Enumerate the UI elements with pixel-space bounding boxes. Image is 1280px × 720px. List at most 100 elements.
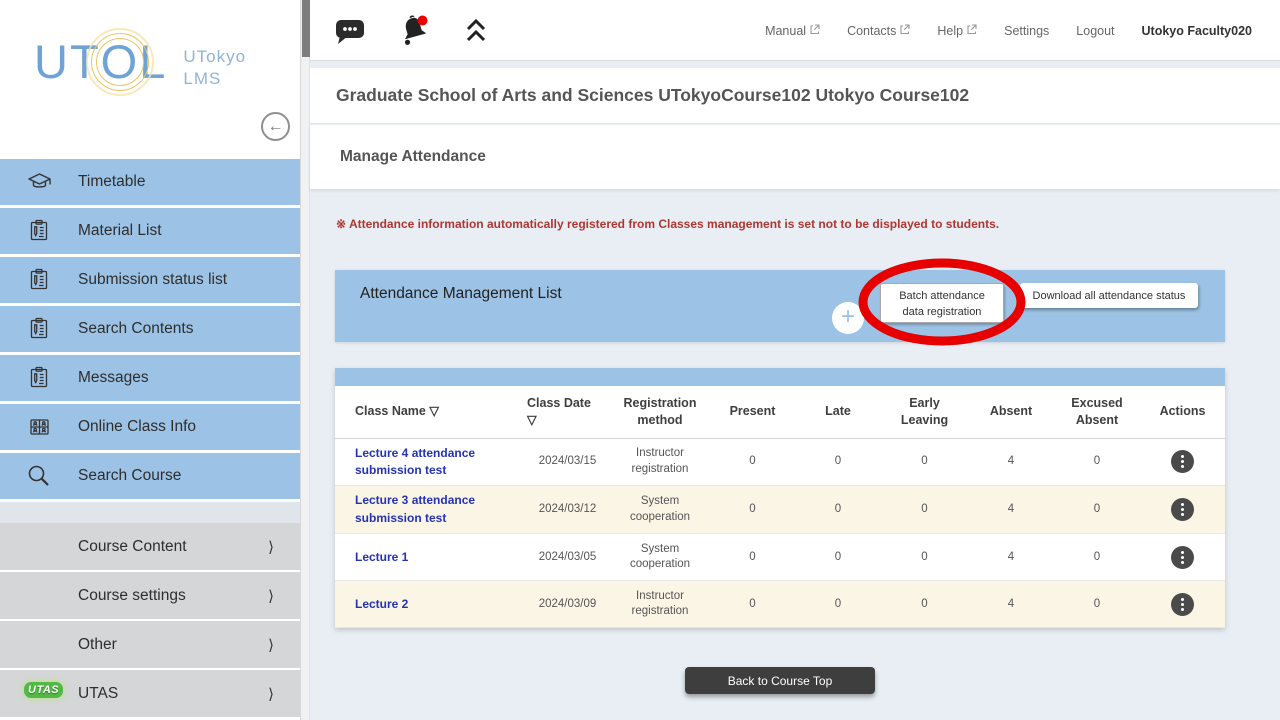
page-title: Manage Attendance	[340, 148, 486, 166]
clipboard-icon	[0, 267, 78, 293]
sidebar-item-search-contents[interactable]: Search Contents	[0, 306, 300, 352]
table-body: Lecture 4 attendance submission test2024…	[335, 438, 1225, 628]
nav-link-logout[interactable]: Logout	[1076, 24, 1114, 38]
sidebar-item-online-class-info[interactable]: Online Class Info	[0, 404, 300, 450]
nav-link-label: Contacts	[847, 24, 896, 38]
excused-cell: 0	[1054, 534, 1140, 581]
panel-title: Attendance Management List	[360, 285, 562, 303]
logo-text-l: L	[139, 38, 167, 85]
logo-subtitle: UTokyo LMS	[183, 46, 246, 90]
sidebar-collapse-button[interactable]: ←	[261, 112, 290, 141]
nav-link-manual[interactable]: Manual	[765, 24, 820, 38]
course-header: Graduate School of Arts and Sciences UTo…	[310, 68, 1280, 124]
sidebar-groups: Course Content⟩Course settings⟩Other⟩UTA…	[0, 523, 300, 717]
kebab-menu-icon[interactable]	[1171, 450, 1194, 473]
early-cell: 0	[881, 534, 968, 581]
sidebar-group-course-content[interactable]: Course Content ⟩	[0, 523, 300, 570]
sidebar-group-utas[interactable]: UTASUTAS⟩	[0, 670, 300, 717]
column-header: Present	[710, 386, 795, 438]
column-header: Late	[795, 386, 881, 438]
chevron-right-icon: ⟩	[268, 538, 274, 556]
class-name-link[interactable]: Lecture 3 attendance submission test	[355, 492, 517, 527]
column-header: Absent	[968, 386, 1054, 438]
method-cell: System cooperation	[610, 534, 710, 581]
nav-link-contacts[interactable]: Contacts	[847, 24, 910, 38]
date-cell: 2024/03/05	[525, 534, 610, 581]
class-name-cell: Lecture 4 attendance submission test	[335, 438, 525, 486]
back-to-course-top-button[interactable]: Back to Course Top	[685, 667, 875, 694]
sidebar-group-other[interactable]: Other⟩	[0, 621, 300, 668]
clipboard-icon	[0, 218, 78, 244]
column-header: Excused Absent	[1054, 386, 1140, 438]
column-header: Actions	[1140, 386, 1225, 438]
date-cell: 2024/03/15	[525, 438, 610, 486]
sidebar-item-label: Timetable	[78, 173, 145, 191]
class-name-link[interactable]: Lecture 1	[355, 549, 408, 566]
sidebar-group-course-settings[interactable]: Course settings⟩	[0, 572, 300, 619]
sidebar-item-submission-status-list[interactable]: Submission status list	[0, 257, 300, 303]
method-cell: System cooperation	[610, 486, 710, 534]
late-cell: 0	[795, 581, 881, 628]
external-link-icon	[809, 24, 820, 38]
sidebar-item-search-course[interactable]: Search Course	[0, 453, 300, 499]
graduation-cap-icon	[0, 169, 78, 195]
table-row: Lecture 3 attendance submission test2024…	[335, 486, 1225, 534]
absent-cell: 4	[968, 438, 1054, 486]
class-name-cell: Lecture 3 attendance submission test	[335, 486, 525, 534]
class-name-link[interactable]: Lecture 2	[355, 596, 408, 613]
download-all-attendance-button[interactable]: Download all attendance status	[1020, 283, 1198, 308]
attendance-panel: Attendance Management List + Batch atten…	[335, 270, 1225, 342]
table-row: Lecture 22024/03/09Instructor registrati…	[335, 581, 1225, 628]
sidebar-item-timetable[interactable]: Timetable	[0, 159, 300, 205]
column-header: Early Leaving	[881, 386, 968, 438]
actions-cell	[1140, 581, 1225, 628]
clipboard-icon	[0, 365, 78, 391]
kebab-menu-icon[interactable]	[1171, 546, 1194, 569]
batch-attendance-registration-button[interactable]: Batch attendance data registration	[880, 283, 1004, 323]
sortable-column-header[interactable]: Class Name ▽	[335, 386, 525, 438]
sortable-column-header[interactable]: Class Date ▽	[525, 386, 610, 438]
notification-bell-icon[interactable]	[396, 14, 434, 48]
nav-link-settings[interactable]: Settings	[1004, 24, 1049, 38]
logged-in-user: Utokyo Faculty020	[1142, 24, 1252, 38]
early-cell: 0	[881, 581, 968, 628]
topbar: Manual Contacts Help Settings Logout Utokyo F…	[310, 0, 1280, 61]
sidebar-item-label: Submission status list	[78, 271, 227, 289]
topbar-nav: Manual Contacts Help Settings Logout Utokyo F…	[765, 0, 1252, 61]
logo-text-o: O	[101, 38, 140, 85]
class-name-cell: Lecture 2	[335, 581, 525, 628]
sidebar-item-messages[interactable]: Messages	[0, 355, 300, 401]
vertical-scrollbar[interactable]	[300, 0, 310, 720]
late-cell: 0	[795, 438, 881, 486]
method-cell: Instructor registration	[610, 438, 710, 486]
collapse-chevrons-icon[interactable]	[464, 18, 488, 44]
chat-icon[interactable]	[334, 17, 366, 45]
sidebar-item-label: Search Course	[78, 467, 181, 485]
add-attendance-button[interactable]: +	[832, 302, 864, 334]
class-name-cell: Lecture 1	[335, 534, 525, 581]
sidebar-item-material-list[interactable]: Material List	[0, 208, 300, 254]
absent-cell: 4	[968, 486, 1054, 534]
nav-link-label: Help	[937, 24, 963, 38]
sidebar-group-label: UTAS	[78, 685, 118, 703]
sidebar-item-label: Messages	[78, 369, 149, 387]
late-cell: 0	[795, 534, 881, 581]
early-cell: 0	[881, 438, 968, 486]
scrollbar-thumb[interactable]	[302, 0, 310, 57]
nav-link-help[interactable]: Help	[937, 24, 977, 38]
utol-logo: UT O L UTokyo LMS	[34, 38, 246, 90]
sidebar-group-label: Course settings	[78, 587, 186, 605]
sidebar-menu: Timetable Material List Submission status …	[0, 159, 300, 499]
kebab-menu-icon[interactable]	[1171, 498, 1194, 521]
sidebar-group-label: Course Content	[78, 538, 187, 556]
logo-text-ut: UT	[34, 38, 101, 85]
class-name-link[interactable]: Lecture 4 attendance submission test	[355, 445, 517, 480]
logo-panel: UT O L UTokyo LMS ←	[0, 0, 300, 159]
present-cell: 0	[710, 486, 795, 534]
present-cell: 0	[710, 534, 795, 581]
early-cell: 0	[881, 486, 968, 534]
kebab-menu-icon[interactable]	[1171, 593, 1194, 616]
actions-cell	[1140, 438, 1225, 486]
table-top-strip	[335, 368, 1225, 386]
late-cell: 0	[795, 486, 881, 534]
